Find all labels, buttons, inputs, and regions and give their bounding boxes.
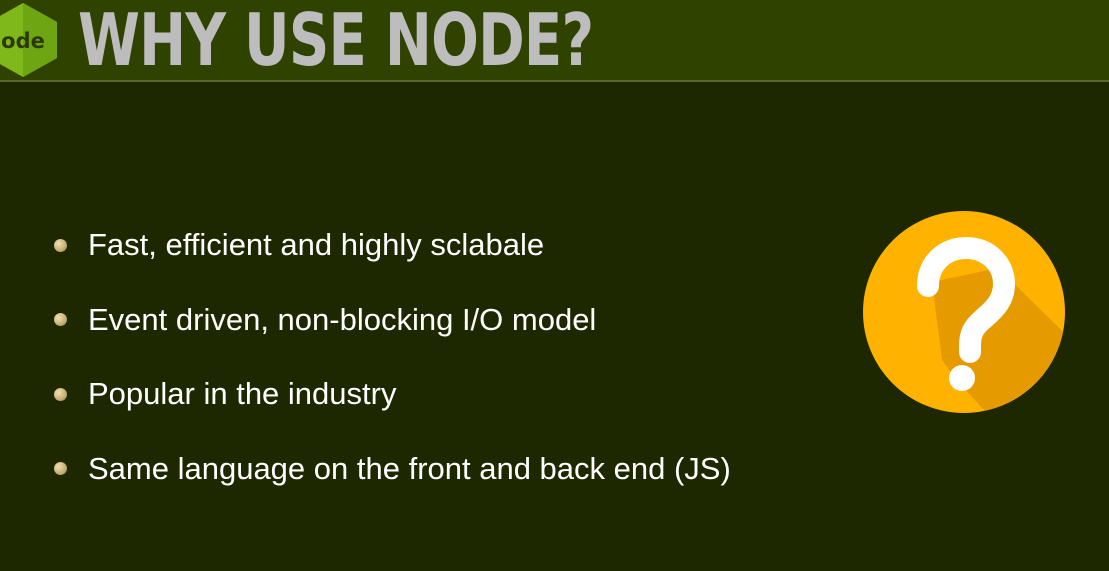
bullet-dot-icon [54,462,67,475]
bullet-dot-icon [54,313,67,326]
logo-text: ode [1,29,45,53]
bullet-text: Fast, efficient and highly sclabale [88,227,545,262]
list-item: Popular in the industry [50,375,731,413]
list-item: Fast, efficient and highly sclabale [50,226,731,264]
list-item: Same language on the front and back end … [50,450,731,488]
nodejs-logo-icon: ode [0,3,57,77]
bullet-list: Fast, efficient and highly sclabale Even… [50,226,731,524]
bullet-text: Same language on the front and back end … [88,450,731,486]
bullet-dot-icon [54,387,67,401]
bullet-text: Event driven, non-blocking I/O model [88,301,597,337]
slide: ode WHY USE NODE? Fast, efficient and hi… [0,0,1109,571]
question-mark-icon [863,211,1065,413]
bullet-text: Popular in the industry [88,376,397,411]
slide-title: WHY USE NODE? [78,0,594,82]
bullet-dot-icon [54,238,67,252]
list-item: Event driven, non-blocking I/O model [50,301,731,339]
